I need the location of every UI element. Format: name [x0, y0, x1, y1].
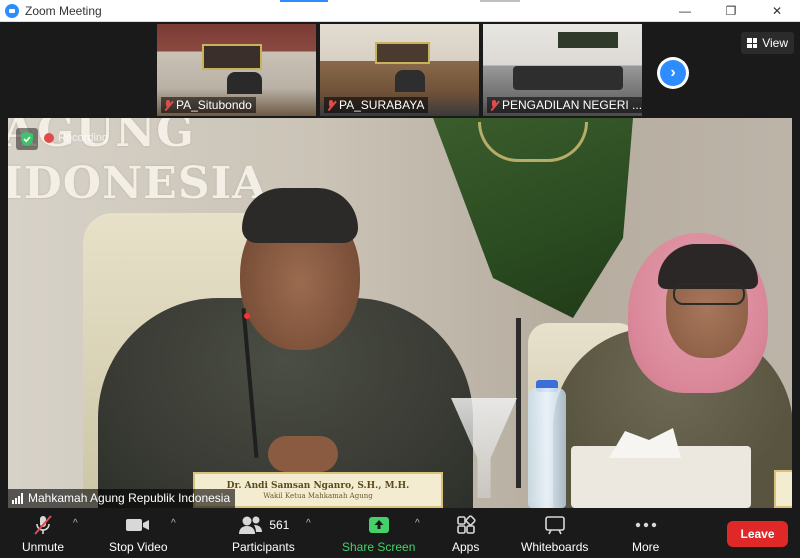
- participant-tile-pengadilan[interactable]: PENGADILAN NEGERI ...: [483, 24, 642, 116]
- restore-button[interactable]: ❐: [708, 0, 754, 22]
- microphone-led: [244, 313, 250, 319]
- nameplate-title: Wakil Ketua Mahkamah Agung: [263, 491, 373, 500]
- zoom-app-icon: [5, 3, 19, 18]
- apps-icon: [455, 512, 477, 538]
- chevron-right-icon: ›: [660, 60, 686, 86]
- participants-icon: 561: [237, 512, 289, 538]
- conference-table: [513, 66, 623, 90]
- flag-pole: [516, 318, 521, 488]
- participants-options-chevron-icon[interactable]: ^: [306, 518, 311, 529]
- whiteboards-label: Whiteboards: [521, 540, 589, 554]
- participant-tile-situbondo[interactable]: PA_Situbondo: [157, 24, 316, 116]
- encryption-shield-icon[interactable]: [16, 128, 38, 150]
- speaker-name: Mahkamah Agung Republik Indonesia: [28, 491, 231, 505]
- participants-count: 561: [269, 518, 290, 532]
- water-bottle: [528, 388, 566, 508]
- signal-strength-icon: [12, 492, 23, 504]
- unmute-label: Unmute: [22, 540, 65, 554]
- minimize-button[interactable]: —: [662, 0, 708, 22]
- audio-options-chevron-icon[interactable]: ^: [73, 518, 78, 529]
- title-accent-bar: [280, 0, 328, 2]
- next-page-button[interactable]: ›: [657, 57, 689, 89]
- apps-label: Apps: [452, 540, 480, 554]
- leave-button[interactable]: Leave: [727, 521, 788, 547]
- person-silhouette: [395, 70, 425, 92]
- title-bar: Zoom Meeting — ❐ ✕: [0, 0, 800, 22]
- view-label: View: [762, 36, 788, 50]
- participant-name: PENGADILAN NEGERI ...: [502, 98, 642, 112]
- share-screen-icon: [367, 512, 391, 538]
- recording-label: Recording: [58, 132, 109, 144]
- muted-mic-icon: [31, 512, 55, 538]
- media-center-banner: [558, 32, 618, 48]
- media-center-banner: [375, 42, 430, 64]
- media-center-banner: [202, 44, 262, 70]
- whiteboards-button[interactable]: Whiteboards: [521, 512, 588, 554]
- more-label: More: [632, 540, 660, 554]
- title-accent-bar-secondary: [480, 0, 520, 2]
- participant-name-tag: PA_Situbondo: [161, 97, 256, 113]
- video-options-chevron-icon[interactable]: ^: [171, 518, 176, 529]
- share-options-chevron-icon[interactable]: ^: [415, 518, 420, 529]
- gallery-strip: PA_Situbondo PA_SURABAYA PENGADILAN NEGE…: [0, 22, 800, 118]
- unmute-button[interactable]: Unmute: [22, 512, 64, 554]
- active-speaker-video[interactable]: AGUNG IDONESIA Dr. Andi Samsan Nganro, S…: [8, 118, 792, 508]
- muted-mic-icon: [163, 99, 173, 111]
- meeting-toolbar: Unmute ^ Stop Video ^ 561 Participants ^…: [0, 508, 800, 558]
- participant-name: PA_SURABAYA: [339, 98, 425, 112]
- muted-mic-icon: [326, 99, 336, 111]
- share-screen-label: Share Screen: [342, 540, 416, 554]
- participants-label: Participants: [232, 540, 295, 554]
- person-silhouette: [227, 72, 262, 94]
- participant-name-tag: PENGADILAN NEGERI ...: [487, 97, 642, 113]
- recording-indicator: Recording: [44, 132, 108, 144]
- participants-button[interactable]: 561 Participants: [232, 512, 295, 554]
- participant-tile-surabaya[interactable]: PA_SURABAYA: [320, 24, 479, 116]
- nameplate-name: Dr. Andi Samsan Nganro, S.H., M.H.: [226, 480, 410, 491]
- whiteboard-icon: [543, 512, 567, 538]
- wall-lettering-line2: IDONESIA: [8, 158, 268, 209]
- speaker-hand: [268, 436, 338, 472]
- window-controls: — ❐ ✕: [662, 0, 800, 22]
- muted-mic-icon: [489, 99, 499, 111]
- speaker-name-tag: Mahkamah Agung Republik Indonesia: [8, 489, 236, 508]
- speaker-hair: [242, 188, 358, 243]
- stop-video-button[interactable]: Stop Video: [109, 512, 168, 554]
- view-button[interactable]: View: [741, 32, 794, 54]
- video-camera-icon: [125, 512, 151, 538]
- recording-dot-icon: [44, 133, 54, 143]
- apps-button[interactable]: Apps: [452, 512, 479, 554]
- tissue-box: [571, 446, 751, 508]
- desk-nameplate-secondary: [774, 470, 792, 508]
- window-title: Zoom Meeting: [25, 3, 102, 18]
- close-button[interactable]: ✕: [754, 0, 800, 22]
- grid-view-icon: [747, 38, 758, 48]
- participant-name: PA_Situbondo: [176, 98, 252, 112]
- more-button[interactable]: More: [632, 512, 659, 554]
- stop-video-label: Stop Video: [109, 540, 168, 554]
- participant-glasses: [673, 283, 745, 305]
- more-dots-icon: [634, 512, 658, 538]
- participant-name-tag: PA_SURABAYA: [324, 97, 429, 113]
- share-screen-button[interactable]: Share Screen: [342, 512, 415, 554]
